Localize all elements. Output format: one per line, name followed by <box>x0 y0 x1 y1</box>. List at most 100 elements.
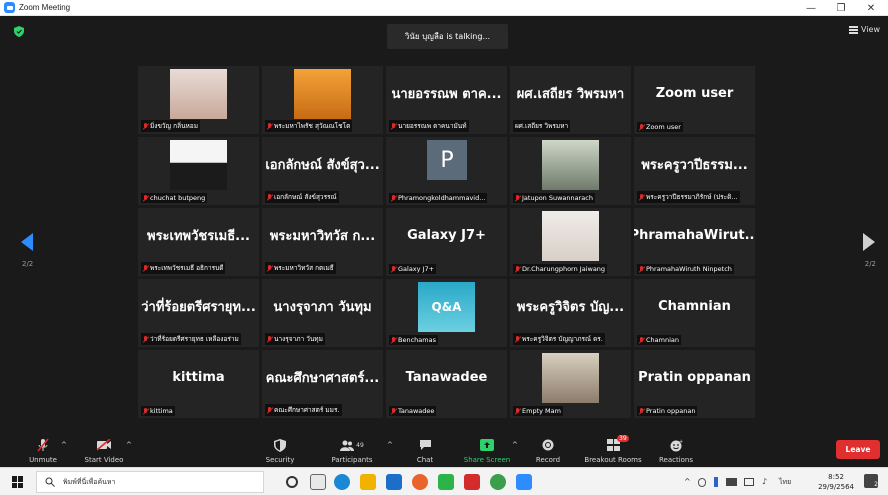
unmute-label: Unmute <box>29 456 57 464</box>
clock-date: 29/9/2564 <box>818 483 854 491</box>
participant-tile[interactable]: นายอรรณพ ตาค... นายอรรณพ ตาคนามันท์ <box>386 66 507 134</box>
participant-tile[interactable]: ผศ.เสถียร วิพรมหา ผศ.เสถียร วิพรมหา <box>510 66 631 134</box>
taskbar-search-input[interactable]: พิมพ์ที่นี่เพื่อค้นหา <box>36 471 264 493</box>
muted-mic-icon <box>143 408 148 414</box>
close-button[interactable]: ✕ <box>856 0 886 16</box>
firefox-icon[interactable] <box>412 474 428 490</box>
file-explorer-icon[interactable] <box>360 474 376 490</box>
participant-tile[interactable]: มิ่งขวัญ กลิ่นหอม <box>138 66 259 134</box>
muted-mic-icon <box>639 337 644 343</box>
participant-tile[interactable]: Chamnian Chamnian <box>634 279 755 347</box>
participant-display-name: Chamnian <box>658 298 731 314</box>
participant-name-caption: Pratin oppanan <box>637 406 698 416</box>
record-button[interactable]: Record <box>532 429 564 467</box>
network-tray-icon[interactable] <box>744 478 754 486</box>
participant-caption-text: ผศ.เสถียร วิพรมหา <box>515 122 569 130</box>
tray-chevron-icon[interactable]: ^ <box>684 477 691 486</box>
minimize-button[interactable]: — <box>796 0 826 16</box>
participant-tile[interactable]: Jatupon Suwannarach <box>510 137 631 205</box>
participant-tile[interactable]: พระครูวาปีธรรม... พระครูวาปีธรรมาภิรักษ์ … <box>634 137 755 205</box>
participant-tile[interactable]: นางรุจาภา วันทุม นางรุจาภา วันทุม <box>262 279 383 347</box>
participant-display-name: kittima <box>172 369 225 385</box>
participant-tile[interactable]: พระครูวิจิตร บัญ... พระครูวิจิตร บัญญาภรณ… <box>510 279 631 347</box>
participant-tile[interactable]: Tanawadee Tanawadee <box>386 350 507 418</box>
share-caret-icon[interactable]: ^ <box>512 441 518 449</box>
input-language[interactable]: ไทย <box>779 477 791 488</box>
notification-count: 2 <box>874 481 878 488</box>
zoom-taskbar-icon[interactable] <box>516 474 532 490</box>
muted-mic-icon <box>515 266 520 272</box>
participant-tile[interactable]: PhramahaWirut... PhramahaWiruth Ninpetch <box>634 208 755 276</box>
participant-tile[interactable]: Galaxy J7+ Galaxy J7+ <box>386 208 507 276</box>
line-app-icon[interactable] <box>438 474 454 490</box>
breakout-rooms-button[interactable]: 39 Breakout Rooms <box>580 429 646 467</box>
participant-tile[interactable]: พระมหาไพรัช สุวัณณโชโต <box>262 66 383 134</box>
participant-name-caption: ว่าที่ร้อยตรีศรายุทธ เหลืองอร่าม <box>141 333 241 345</box>
edge-browser-icon[interactable] <box>334 474 350 490</box>
participant-name-caption: ผศ.เสถียร วิพรมหา <box>513 120 571 132</box>
share-screen-button[interactable]: Share Screen <box>459 429 515 467</box>
participant-tile[interactable]: Zoom user Zoom user <box>634 66 755 134</box>
participant-tile[interactable]: Pratin oppanan Pratin oppanan <box>634 350 755 418</box>
participant-tile[interactable]: พระมหาวิทวัส ก... พระมหาวิทวัส กตเมธี <box>262 208 383 276</box>
notification-center-icon[interactable]: 2 <box>864 474 878 488</box>
participant-tile[interactable]: พระเทพวัชรเมธี... พระเทพวัชรเมธี อธิการบด… <box>138 208 259 276</box>
reactions-button[interactable]: + Reactions <box>656 429 696 467</box>
muted-mic-icon <box>639 266 644 272</box>
muted-microphone-icon <box>35 438 51 452</box>
participant-tile[interactable]: P Phramongkoldhammavid... <box>386 137 507 205</box>
volume-tray-icon[interactable]: ♪ <box>762 477 767 486</box>
participant-caption-text: Tanawadee <box>398 407 435 415</box>
participant-name-caption: Empty Mam <box>513 406 563 416</box>
taskbar-clock[interactable]: 8:52 29/9/2564 <box>818 472 854 492</box>
participant-caption-text: Benchamas <box>398 336 436 344</box>
participant-caption-text: Phramongkoldhammavid... <box>398 194 486 202</box>
participant-display-name: เอกลักษณ์ สังข์สุว... <box>265 157 380 173</box>
battery-tray-icon <box>726 478 737 486</box>
participant-tile[interactable]: Dr.Charungphorn Jaiwang <box>510 208 631 276</box>
task-view-icon[interactable] <box>310 474 326 490</box>
participants-button[interactable]: 49 Participants <box>328 429 376 467</box>
mail-icon[interactable] <box>386 474 402 490</box>
participant-name-caption: Dr.Charungphorn Jaiwang <box>513 264 608 274</box>
participants-icon: 49 <box>337 438 367 452</box>
encryption-shield-icon[interactable] <box>14 26 24 37</box>
participant-tile[interactable]: Empty Mam <box>510 350 631 418</box>
leave-button[interactable]: Leave <box>836 440 880 459</box>
muted-mic-icon <box>639 194 644 200</box>
participant-tile[interactable]: คณะศึกษาศาสตร์... คณะศึกษาศาสตร์ มมร. <box>262 350 383 418</box>
muted-mic-icon <box>267 336 272 342</box>
search-placeholder: พิมพ์ที่นี่เพื่อค้นหา <box>63 477 116 486</box>
participant-tile[interactable]: ว่าที่ร้อยตรีศรายุท... ว่าที่ร้อยตรีศรายุ… <box>138 279 259 347</box>
restore-button[interactable]: ❐ <box>826 0 856 16</box>
chat-button[interactable]: Chat <box>412 429 438 467</box>
next-page-arrow-icon[interactable] <box>863 233 875 251</box>
participant-name-caption: มิ่งขวัญ กลิ่นหอม <box>141 120 200 132</box>
grid-view-icon <box>849 25 859 34</box>
cortana-icon[interactable] <box>286 476 298 488</box>
security-tray-icon[interactable] <box>698 478 706 487</box>
usb-tray-icon[interactable] <box>714 477 718 487</box>
audio-options-caret-icon[interactable]: ^ <box>61 441 67 449</box>
previous-page-arrow-icon[interactable] <box>21 233 33 251</box>
participants-caret-icon[interactable]: ^ <box>387 441 393 449</box>
view-button[interactable]: View <box>849 25 880 34</box>
breakout-rooms-icon: 39 <box>605 435 629 452</box>
muted-mic-icon <box>391 195 396 201</box>
participant-display-name: คณะศึกษาศาสตร์... <box>265 370 380 386</box>
start-video-button[interactable]: Start Video <box>80 429 128 467</box>
participant-tile[interactable]: kittima kittima <box>138 350 259 418</box>
page-indicator-left: 2/2 <box>22 260 34 268</box>
participant-tile[interactable]: เอกลักษณ์ สังข์สุว... เอกลักษณ์ สังข์สุวร… <box>262 137 383 205</box>
acrobat-reader-icon[interactable] <box>464 474 480 490</box>
unmute-button[interactable]: Unmute <box>28 429 58 467</box>
chrome-icon[interactable] <box>490 474 506 490</box>
participants-count: 49 <box>356 441 364 449</box>
security-button[interactable]: Security <box>262 429 298 467</box>
windows-start-icon[interactable] <box>12 476 24 488</box>
participant-tile[interactable]: chuchat butpeng <box>138 137 259 205</box>
muted-mic-icon <box>391 123 396 129</box>
participant-display-name: นายอรรณพ ตาค... <box>391 86 502 102</box>
participant-tile[interactable]: Q&A Benchamas <box>386 279 507 347</box>
video-options-caret-icon[interactable]: ^ <box>126 441 132 449</box>
